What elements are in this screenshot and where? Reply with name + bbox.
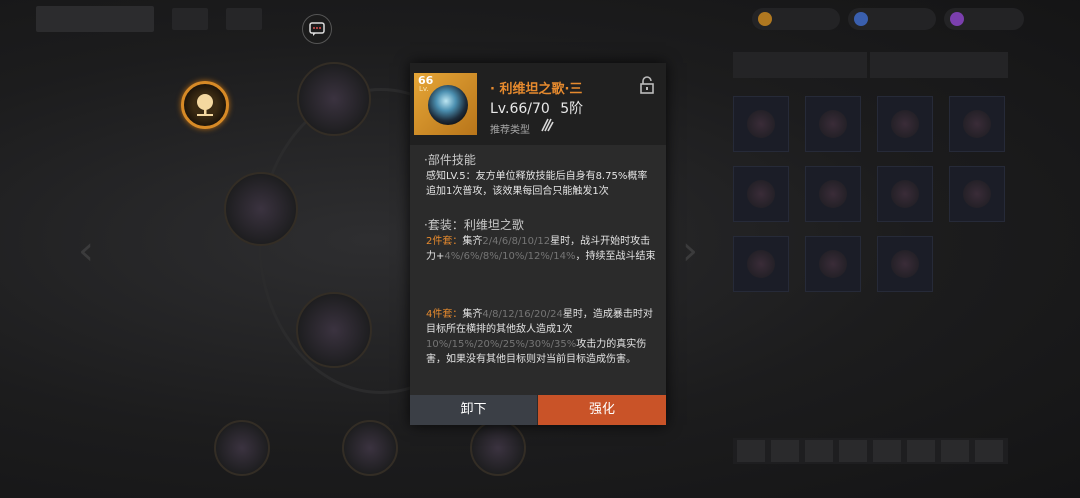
skill-heading: ·部件技能 <box>424 153 476 167</box>
inventory-cell[interactable] <box>805 236 861 292</box>
topbar-button-1[interactable] <box>172 8 208 30</box>
item-rank: 5阶 <box>560 101 584 117</box>
prev-arrow-icon[interactable]: ‹ <box>78 228 94 274</box>
item-thumbnail: 66 Lv. <box>414 73 477 135</box>
skill-text: 感知LV.5：友方单位释放技能后自身有8.75%概率追加1次普攻，该效果每回合只… <box>426 171 648 197</box>
equipment-slot[interactable] <box>470 420 526 476</box>
enhance-button[interactable]: 强化 <box>538 395 666 425</box>
next-arrow-icon[interactable]: › <box>682 228 698 274</box>
inventory-cell[interactable] <box>877 96 933 152</box>
item-header: 66 Lv. · 利维坦之歌·三 Lv.66/70 5阶 推荐类型 <box>410 63 666 145</box>
equipment-slot[interactable] <box>224 172 298 246</box>
filter-tab[interactable] <box>873 440 901 462</box>
filter-tab[interactable] <box>805 440 833 462</box>
two-piece-lead: 集齐 <box>462 236 483 247</box>
filter-tab[interactable] <box>941 440 969 462</box>
recommend-type-label: 推荐类型 <box>490 125 530 136</box>
resource-counter-gold[interactable] <box>752 8 840 30</box>
set-heading: ·套装：利维坦之歌 <box>424 218 524 232</box>
inventory-cell[interactable] <box>805 96 861 152</box>
four-piece-counts: 4/8/12/16/20/24 <box>482 309 563 320</box>
topbar-button-2[interactable] <box>226 8 262 30</box>
unlocked-padlock-icon[interactable] <box>638 76 656 94</box>
top-bar <box>0 0 1080 38</box>
inventory-cell[interactable] <box>733 236 789 292</box>
inventory-cell[interactable] <box>805 166 861 222</box>
thumbnail-level-label: Lv. <box>419 85 429 93</box>
filter-tab[interactable] <box>737 440 765 462</box>
inventory-cell[interactable] <box>733 166 789 222</box>
claw-slash-icon <box>541 118 554 132</box>
grid-header-right[interactable] <box>870 52 1008 78</box>
tree-emblem-icon[interactable] <box>181 81 229 129</box>
four-piece-lead: 集齐 <box>462 309 483 320</box>
inventory-cell[interactable] <box>949 96 1005 152</box>
item-title: · 利维坦之歌·三 <box>490 82 583 97</box>
equipment-slot[interactable] <box>297 62 371 136</box>
two-piece-values: 4%/6%/8%/10%/12%/14% <box>444 251 576 262</box>
unequip-button[interactable]: 卸下 <box>410 395 537 425</box>
resource-counter-purple[interactable] <box>944 8 1024 30</box>
filter-tab[interactable] <box>839 440 867 462</box>
filter-tab[interactable] <box>975 440 1003 462</box>
resource-counter-blue[interactable] <box>848 8 936 30</box>
four-piece-values: 10%/15%/20%/25%/30%/35% <box>426 339 577 350</box>
item-detail-popup: 66 Lv. · 利维坦之歌·三 Lv.66/70 5阶 推荐类型 ·部件技能 … <box>410 63 666 425</box>
inventory-cell[interactable] <box>877 236 933 292</box>
filter-tab[interactable] <box>907 440 935 462</box>
two-piece-counts: 2/4/6/8/10/12 <box>482 236 551 247</box>
inventory-cell[interactable] <box>877 166 933 222</box>
four-piece-label: 4件套： <box>426 309 463 320</box>
grid-header-left[interactable] <box>733 52 867 78</box>
two-piece-tail: ，持续至战斗结束 <box>575 251 656 262</box>
equipment-slot[interactable] <box>214 420 270 476</box>
chat-bubble-icon[interactable] <box>302 14 332 44</box>
four-piece-bonus: 4件套：集齐4/8/12/16/20/24星时，造成暴击时对目标所在横排的其他敌… <box>426 307 656 367</box>
filter-tabs <box>733 438 1008 464</box>
item-level-value: Lv.66/70 <box>490 101 550 117</box>
equipment-slot[interactable] <box>296 292 372 368</box>
item-level: Lv.66/70 5阶 <box>490 98 583 118</box>
item-gem-icon <box>428 85 468 125</box>
back-button[interactable] <box>36 6 154 32</box>
two-piece-bonus: 2件套：集齐2/4/6/8/10/12星时，战斗开始时攻击力+4%/6%/8%/… <box>426 234 656 264</box>
inventory-cell[interactable] <box>949 166 1005 222</box>
inventory-cell[interactable] <box>733 96 789 152</box>
two-piece-label: 2件套： <box>426 236 463 247</box>
filter-tab[interactable] <box>771 440 799 462</box>
equipment-slot[interactable] <box>342 420 398 476</box>
item-description: ·部件技能 感知LV.5：友方单位释放技能后自身有8.75%概率追加1次普攻，该… <box>410 145 666 395</box>
